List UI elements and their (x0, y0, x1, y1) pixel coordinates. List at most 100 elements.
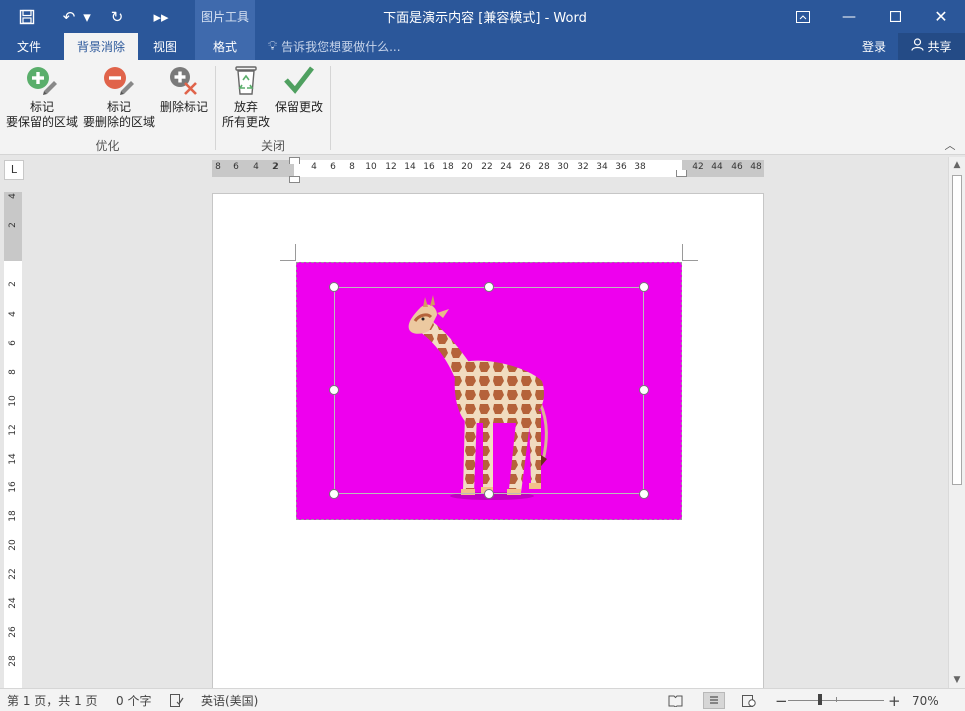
window-title: 下面是演示内容 [兼容模式] - Word (383, 11, 587, 26)
crop-mark (280, 260, 296, 261)
ruler-tick-label: 28 (538, 162, 550, 172)
resize-handle-top-right[interactable] (639, 282, 649, 292)
ruler-tick-label: 26 (8, 626, 18, 638)
ruler-tick-label: 36 (615, 162, 627, 172)
ruler-tick-label: 10 (365, 162, 377, 172)
sign-in-link[interactable]: 登录 (852, 33, 896, 60)
ruler-tick-label: 20 (8, 539, 18, 551)
redo-icon[interactable]: ↻ (106, 0, 128, 33)
first-line-indent-marker[interactable] (289, 157, 300, 164)
tab-view[interactable]: 视图 (140, 33, 190, 60)
mark-areas-to-keep-button[interactable]: 标记 要保留的区域 (4, 64, 80, 130)
tab-file[interactable]: 文件 (0, 33, 58, 60)
ribbon-display-options-icon[interactable] (780, 0, 826, 33)
ruler-tick-label: 12 (385, 162, 397, 172)
tell-me-search[interactable]: 💡︎ 告诉我您想要做什么... (268, 33, 401, 60)
tab-selector[interactable]: L (4, 160, 24, 180)
minus-circle-pencil-icon (101, 64, 137, 96)
ruler-tick-label: 22 (481, 162, 493, 172)
ruler-tick-label: 4 (8, 311, 18, 317)
ruler-tick-label: 2 (8, 222, 18, 228)
ribbon: 标记 要保留的区域 标记 要删除的区域 删除标记 放弃 所有更改 保留更改 优化… (0, 60, 965, 155)
group-close-label: 关闭 (260, 139, 285, 153)
vertical-ruler[interactable]: 4 2 2 4 6 8 10 12 14 16 18 20 22 24 26 28 (4, 192, 22, 688)
ruler-tick-label: 6 (330, 162, 336, 172)
ruler-tick-label: 8 (8, 369, 18, 375)
mark-remove-label-2: 要删除的区域 (82, 115, 155, 129)
ruler-tick-label: 16 (8, 481, 18, 493)
minimize-icon[interactable]: — (826, 0, 872, 33)
crop-mark (295, 244, 296, 261)
ruler-tick-label: 34 (596, 162, 608, 172)
collapse-ribbon-icon[interactable]: ︿ (942, 137, 958, 152)
crop-mark (682, 244, 683, 261)
keep-changes-label: 保留更改 (274, 100, 323, 114)
ruler-tick-label: 20 (461, 162, 473, 172)
share-button[interactable]: 共享 (898, 33, 965, 60)
discard-all-changes-button[interactable]: 放弃 所有更改 (220, 64, 272, 130)
ruler-tick-label: 18 (442, 162, 454, 172)
ruler-tick-label: 6 (233, 162, 239, 172)
zoom-in-icon[interactable]: + (888, 689, 901, 711)
group-separator (330, 66, 331, 150)
resize-handle-left[interactable] (329, 385, 339, 395)
resize-handle-bottom[interactable] (484, 489, 494, 499)
ruler-tick-label: 2 (273, 162, 279, 172)
mark-remove-label-1: 标记 (106, 100, 131, 114)
resize-handle-bottom-right[interactable] (639, 489, 649, 499)
tab-format[interactable]: 格式 (195, 33, 255, 60)
ruler-tick-label: 4 (253, 162, 259, 172)
ruler-tick-label: 8 (215, 162, 221, 172)
title-bar: ↶ ▾ ↻ ▸▸ 图片工具 下面是演示内容 [兼容模式] - Word — ✕ (0, 0, 965, 33)
share-label: 共享 (927, 40, 952, 54)
right-indent-marker[interactable] (676, 170, 687, 177)
save-icon[interactable] (10, 0, 44, 33)
plus-circle-pencil-icon (24, 64, 60, 96)
read-mode-icon[interactable] (668, 689, 683, 711)
resize-handle-top[interactable] (484, 282, 494, 292)
discard-label-2: 所有更改 (221, 115, 270, 129)
maximize-icon[interactable] (872, 0, 918, 33)
customize-quick-access-icon[interactable]: ▸▸ (150, 0, 172, 33)
close-icon[interactable]: ✕ (918, 0, 964, 33)
delete-mark-button[interactable]: 删除标记 (158, 64, 210, 115)
ruler-tick-label: 24 (8, 597, 18, 609)
checkmark-icon (281, 64, 317, 96)
resize-handle-top-left[interactable] (329, 282, 339, 292)
print-layout-icon[interactable] (703, 692, 725, 709)
language-indicator[interactable]: 英语(美国) (201, 689, 258, 711)
word-count[interactable]: 0 个字 (116, 689, 151, 711)
zoom-out-icon[interactable]: − (775, 689, 788, 711)
ruler-tick-label: 30 (557, 162, 569, 172)
keep-area-marquee[interactable] (334, 287, 644, 494)
ruler-tick-label: 14 (404, 162, 416, 172)
proofing-icon[interactable] (170, 689, 184, 711)
scroll-up-icon[interactable]: ▲ (949, 157, 965, 173)
mark-areas-to-remove-button[interactable]: 标记 要删除的区域 (81, 64, 157, 130)
left-indent-marker[interactable] (289, 176, 300, 183)
group-refine-label: 优化 (95, 139, 120, 153)
tab-background-removal[interactable]: 背景消除 (64, 33, 138, 60)
undo-icon[interactable]: ↶ (58, 0, 80, 33)
lightbulb-icon: 💡︎ (268, 39, 278, 54)
picture-tools-header: 图片工具 (195, 0, 255, 33)
delete-mark-label: 删除标记 (159, 100, 208, 114)
ruler-tick-label: 10 (8, 395, 18, 407)
zoom-level[interactable]: 70% (912, 689, 939, 711)
zoom-slider-thumb[interactable] (818, 694, 822, 705)
scroll-down-icon[interactable]: ▼ (949, 672, 965, 688)
mark-keep-label-2: 要保留的区域 (5, 115, 78, 129)
resize-handle-right[interactable] (639, 385, 649, 395)
scrollbar-thumb[interactable] (952, 175, 962, 485)
vertical-scrollbar[interactable]: ▲ ▼ (948, 157, 965, 688)
keep-changes-button[interactable]: 保留更改 (273, 64, 325, 115)
web-layout-icon[interactable] (742, 689, 756, 711)
ruler-tick-label: 12 (8, 424, 18, 436)
undo-dropdown-icon[interactable]: ▾ (82, 0, 92, 33)
ruler-tick-label: 14 (8, 453, 18, 465)
page-count[interactable]: 第 1 页，共 1 页 (7, 689, 98, 711)
delete-mark-icon (166, 64, 202, 96)
resize-handle-bottom-left[interactable] (329, 489, 339, 499)
person-icon (911, 38, 925, 55)
discard-label-1: 放弃 (233, 100, 258, 114)
